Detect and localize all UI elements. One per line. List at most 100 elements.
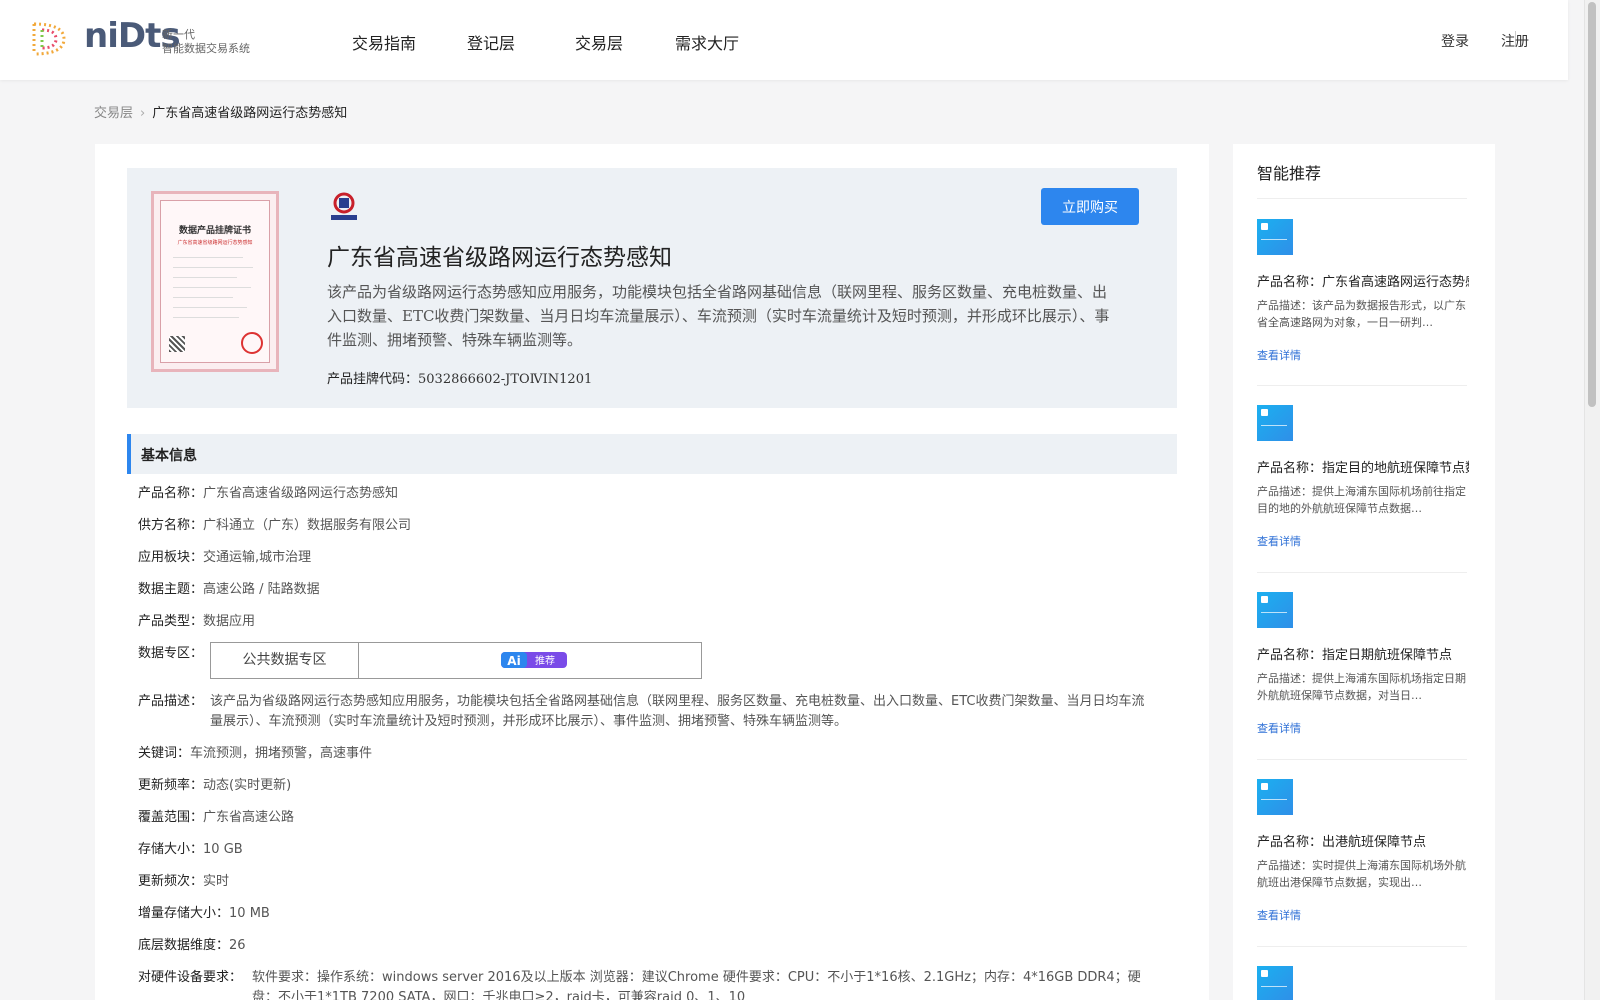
certificate-text-line — [173, 257, 243, 258]
product-title: 广东省高速省级路网运行态势感知 — [327, 245, 672, 271]
product-thumbnail-icon — [1257, 219, 1293, 255]
data-zone-cell[interactable]: 公共数据专区 — [211, 643, 359, 678]
info-label: 增量存储大小： — [138, 906, 230, 921]
card-description: 产品描述：提供上海浦东国际机场指定日期外航航班保障节点数据，对当日… — [1257, 672, 1466, 702]
info-value: 动态(实时更新) — [203, 778, 292, 793]
info-value: 高速公路 / 陆路数据 — [203, 582, 320, 597]
certificate-text-line — [173, 297, 233, 298]
scrollbar-thumb[interactable] — [1588, 2, 1596, 407]
data-zone-table: 公共数据专区 Ai 推荐 — [210, 642, 702, 679]
product-code-value: 5032866602-JTOⅣIN1201 — [418, 372, 593, 387]
info-value: 车流预测，拥堵预警，高速事件 — [190, 746, 373, 761]
certificate-subtitle: 广东省高速省级路网运行态势感知 — [177, 240, 253, 246]
info-label: 底层数据维度： — [138, 938, 230, 953]
svg-text:Ai: Ai — [507, 654, 520, 668]
recommend-sidebar: 智能推荐 产品名称：广东省高速路网运行态势感知 产品描述：该产品为数据报告形式，… — [1233, 144, 1495, 1000]
info-label: 对硬件设备要求： — [138, 970, 243, 985]
product-thumbnail-icon — [1257, 966, 1293, 1000]
info-row: 增量存储大小：10 MB — [138, 904, 1148, 936]
seal-icon — [241, 332, 263, 354]
chevron-right-icon: › — [140, 106, 146, 121]
view-details-link[interactable]: 查看详情 — [1257, 533, 1301, 549]
logo-mark-icon — [32, 22, 66, 56]
info-label: 数据主题： — [138, 582, 204, 597]
divider — [1257, 946, 1467, 947]
divider — [1257, 198, 1467, 199]
card-description: 产品描述：该产品为数据报告形式，以广东省全高速路网为对象，一日一研判… — [1257, 299, 1466, 329]
card-name: 产品名称：广东省高速路网运行态势感知 — [1257, 275, 1469, 290]
divider — [1257, 572, 1467, 573]
info-label: 更新频次： — [138, 874, 204, 889]
info-value: 交通运输,城市治理 — [203, 550, 312, 565]
product-description: 该产品为省级路网运行态势感知应用服务，功能模块包括全省路网基础信息（联网里程、服… — [327, 283, 1110, 349]
certificate-image[interactable]: 数据产品挂牌证书 广东省高速省级路网运行态势感知 — [151, 191, 279, 372]
info-label: 应用板块： — [138, 550, 204, 565]
info-row-description: 产品描述： 该产品为省级路网运行态势感知应用服务，功能模块包括全省路网基础信息（联… — [138, 692, 1148, 744]
nav-registration-layer[interactable]: 登记层 — [467, 30, 515, 54]
info-value: 广科通立（广东）数据服务有限公司 — [203, 518, 412, 533]
section-title: 基本信息 — [141, 448, 197, 464]
info-list: 产品名称：广东省高速省级路网运行态势感知 供方名称：广科通立（广东）数据服务有限… — [138, 484, 1148, 1000]
card-name: 产品名称：指定目的地航班保障节点数据 — [1257, 461, 1469, 476]
info-row-zone: 数据专区： 公共数据专区 Ai 推荐 — [138, 642, 1148, 692]
card-name: 产品名称：出港航班保障节点 — [1257, 835, 1427, 850]
view-details-link[interactable]: 查看详情 — [1257, 347, 1301, 363]
view-details-link[interactable]: 查看详情 — [1257, 907, 1301, 923]
info-value: 26 — [229, 938, 246, 953]
logo-subtitle: 新一代 智能数据交易系统 — [162, 28, 250, 56]
login-link[interactable]: 登录 — [1441, 31, 1469, 51]
breadcrumb-parent[interactable]: 交易层 — [94, 106, 133, 121]
info-row: 产品类型：数据应用 — [138, 612, 1148, 644]
divider — [1257, 385, 1467, 386]
main-panel: 数据产品挂牌证书 广东省高速省级路网运行态势感知 广东省高速省级路网运行态势感知… — [95, 144, 1209, 1000]
section-basic-info: 基本信息 — [127, 434, 1177, 474]
info-label: 存储大小： — [138, 842, 204, 857]
certificate-text-line — [173, 277, 237, 278]
sidebar-title: 智能推荐 — [1257, 164, 1322, 183]
product-hero: 数据产品挂牌证书 广东省高速省级路网运行态势感知 广东省高速省级路网运行态势感知… — [127, 168, 1177, 408]
info-value: 10 GB — [203, 842, 243, 857]
info-value: 10 MB — [229, 906, 270, 921]
ai-badge-label: 推荐 — [535, 654, 555, 667]
product-code: 产品挂牌代码：5032866602-JTOⅣIN1201 — [327, 368, 592, 387]
top-header: niDts 新一代 智能数据交易系统 交易指南 登记层 交易层 需求大厅 登录 … — [0, 0, 1568, 80]
card-description: 产品描述：提供上海浦东国际机场前往指定目的地的外航航班保障节点数据… — [1257, 485, 1466, 515]
view-details-link[interactable]: 查看详情 — [1257, 720, 1301, 736]
info-row: 应用板块：交通运输,城市治理 — [138, 548, 1148, 580]
buy-now-button[interactable]: 立即购买 — [1041, 188, 1139, 225]
certificate-text-line — [173, 307, 247, 308]
logo-subtitle-line1: 新一代 — [162, 28, 195, 41]
certificate-text-line — [173, 317, 239, 318]
info-label: 产品类型： — [138, 614, 204, 629]
info-label: 产品描述： — [138, 694, 204, 709]
info-row: 产品名称：广东省高速省级路网运行态势感知 — [138, 484, 1148, 516]
info-row: 更新频率：动态(实时更新) — [138, 776, 1148, 808]
info-row: 更新频次：实时 — [138, 872, 1148, 904]
info-row: 覆盖范围：广东省高速公路 — [138, 808, 1148, 840]
certificate-title: 数据产品挂牌证书 — [178, 226, 251, 236]
info-value: 实时 — [203, 874, 230, 889]
nav-trading-layer[interactable]: 交易层 — [575, 30, 623, 54]
nav-demand-hall[interactable]: 需求大厅 — [675, 30, 739, 54]
info-label: 数据专区： — [138, 646, 204, 661]
product-thumbnail-icon — [1257, 779, 1293, 815]
info-label: 供方名称： — [138, 518, 204, 533]
info-label: 产品名称： — [138, 486, 204, 501]
info-row-hardware: 对硬件设备要求： 软件要求：操作系统：windows server 2016及以上… — [138, 968, 1148, 1000]
info-row: 数据主题：高速公路 / 陆路数据 — [138, 580, 1148, 612]
info-value: 数据应用 — [203, 614, 256, 629]
certificate-text-line — [173, 267, 253, 268]
info-value: 广东省高速省级路网运行态势感知 — [203, 486, 399, 501]
certificate-frame: 数据产品挂牌证书 广东省高速省级路网运行态势感知 — [160, 200, 270, 363]
nav-trade-guide[interactable]: 交易指南 — [352, 30, 416, 54]
product-thumbnail-icon — [1257, 405, 1293, 441]
qr-code-icon — [169, 336, 185, 352]
product-code-label: 产品挂牌代码： — [327, 372, 419, 387]
supplier-logo-icon — [331, 192, 357, 220]
breadcrumb-current: 广东省高速省级路网运行态势感知 — [152, 106, 348, 121]
certificate-text-line — [173, 287, 251, 288]
info-label: 关键词： — [138, 746, 191, 761]
divider — [1257, 759, 1467, 760]
info-label: 更新频率： — [138, 778, 204, 793]
register-link[interactable]: 注册 — [1501, 31, 1529, 51]
